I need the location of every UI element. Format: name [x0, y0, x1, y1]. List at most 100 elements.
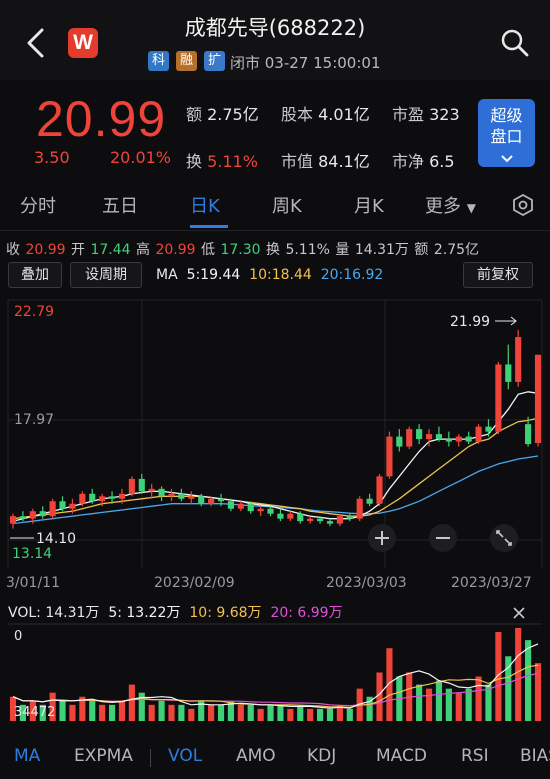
axis-low-price: 13.14	[12, 546, 52, 562]
search-icon[interactable]	[500, 28, 530, 58]
volume-bar	[69, 704, 76, 721]
volume-bar	[158, 700, 165, 721]
pb-stat: 市净 6.5	[392, 152, 455, 171]
candle-body	[19, 516, 26, 519]
order-book-label-1: 超级	[490, 106, 523, 125]
candle-body	[217, 498, 225, 502]
volume-bar	[108, 704, 116, 721]
date-label: 2023/03/27	[451, 575, 532, 591]
super-order-book-button[interactable]: 超级 盘口	[478, 99, 535, 167]
tab-weekly-k[interactable]: 周K	[272, 192, 302, 218]
ma-lines	[12, 391, 539, 525]
candle-body	[148, 488, 155, 492]
indicator-tab-amo[interactable]: AMO	[236, 746, 276, 766]
ma-legend: MA 5:19.44 10:18.44 20:16.92	[156, 267, 384, 283]
active-tab-indicator	[190, 225, 228, 228]
chart-grid	[7, 299, 543, 568]
candle-body	[445, 439, 452, 442]
volume-chart[interactable]: 0 34472	[0, 622, 550, 722]
candle-body	[435, 434, 443, 440]
market-cap-stat: 市值 84.1亿	[281, 152, 370, 171]
candle-body	[396, 436, 403, 447]
volume-bar	[435, 680, 443, 721]
volume-bar	[326, 708, 334, 721]
tab-monthly-k[interactable]: 月K	[354, 192, 384, 218]
axis-top-price: 22.79	[14, 304, 54, 320]
candle-body	[158, 488, 165, 497]
indicator-tab-kdj[interactable]: KDJ	[307, 746, 336, 766]
forward-adjust-button[interactable]: 前复权	[463, 262, 533, 288]
indicator-tab-macd[interactable]: MACD	[376, 746, 427, 766]
back-arrow-icon[interactable]	[20, 26, 54, 60]
kline-chart[interactable]: 22.79 17.97 13.14 21.99 14.10	[0, 292, 550, 572]
zoom-in-icon[interactable]	[368, 524, 396, 552]
turnover-stat: 换 5.11%	[186, 152, 258, 171]
candle-body	[247, 503, 254, 512]
kline-stats: 收 20.99 开 17.44 高 20.99 低 17.30 换 5.11% …	[6, 242, 480, 258]
set-period-button[interactable]: 设周期	[70, 262, 142, 288]
axis-mid-price: 17.97	[14, 412, 54, 428]
candle-body	[485, 426, 492, 432]
tab-five-day[interactable]: 五日	[102, 192, 138, 218]
volume-bar	[168, 704, 175, 721]
zoom-out-icon[interactable]	[429, 524, 457, 552]
volume-bar	[307, 708, 314, 721]
candle-body	[118, 493, 126, 499]
volume-bar	[267, 704, 274, 721]
candle-body	[128, 478, 135, 494]
candle-body	[356, 498, 363, 519]
tag-expanded: 扩	[204, 51, 225, 71]
volume-bar	[534, 663, 542, 721]
candle-body	[515, 337, 522, 382]
overlay-button[interactable]: 叠加	[8, 262, 62, 288]
volume-bar	[178, 704, 185, 721]
indicator-tab-ma[interactable]: MA	[14, 746, 40, 766]
candle-body	[9, 516, 17, 524]
volume-bar	[89, 700, 96, 721]
volume-bar	[525, 640, 532, 721]
candle-body	[317, 518, 324, 522]
low-marker-label: 14.10	[36, 531, 76, 547]
candle-body	[79, 493, 86, 504]
price-change: 3.50	[34, 148, 70, 167]
candle-body	[425, 434, 433, 440]
high-marker-label: 21.99	[450, 314, 490, 330]
date-label: 2023/02/09	[154, 575, 235, 591]
candle-body	[59, 501, 66, 509]
tab-intraday[interactable]: 分时	[20, 192, 56, 218]
volume-bar	[148, 704, 155, 721]
candle-body	[277, 513, 284, 519]
tab-daily-k[interactable]: 日K	[190, 192, 220, 218]
date-label: 3/01/11	[6, 575, 60, 591]
candle-body	[39, 511, 46, 517]
volume-bars	[9, 628, 542, 721]
chevron-down-icon	[500, 155, 513, 163]
volume-bar	[346, 708, 353, 721]
market-status: 闭市 03-27 15:00:01	[230, 54, 381, 72]
volume-bar	[247, 704, 254, 721]
indicator-tab-rsi[interactable]: RSI	[461, 746, 489, 766]
candle-body	[188, 496, 195, 499]
volume-bottom-tick: 34472	[14, 705, 55, 720]
candle-body	[475, 426, 482, 442]
indicator-tab-expma[interactable]: EXPMA	[74, 746, 133, 766]
indicator-tab-vol[interactable]: VOL	[168, 746, 202, 766]
indicator-tab-bias[interactable]: BIAS	[520, 746, 550, 766]
candle-body	[108, 496, 116, 499]
candle-body	[168, 493, 175, 497]
volume-bar	[217, 704, 225, 721]
fullscreen-icon[interactable]	[490, 524, 518, 552]
candle-body	[366, 498, 373, 504]
volume-bar	[118, 700, 126, 721]
volume-bar	[317, 708, 324, 721]
candle-body	[307, 518, 314, 522]
candle-body	[237, 503, 244, 509]
candle-body	[455, 436, 462, 442]
volume-bar	[287, 708, 294, 721]
close-icon[interactable]	[512, 606, 526, 620]
tab-more[interactable]: 更多 ▼	[425, 192, 476, 218]
date-label: 2023/03/03	[326, 575, 407, 591]
volume-bar	[99, 704, 106, 721]
brand-logo: W	[68, 28, 98, 58]
settings-hexagon-icon[interactable]	[512, 194, 534, 216]
